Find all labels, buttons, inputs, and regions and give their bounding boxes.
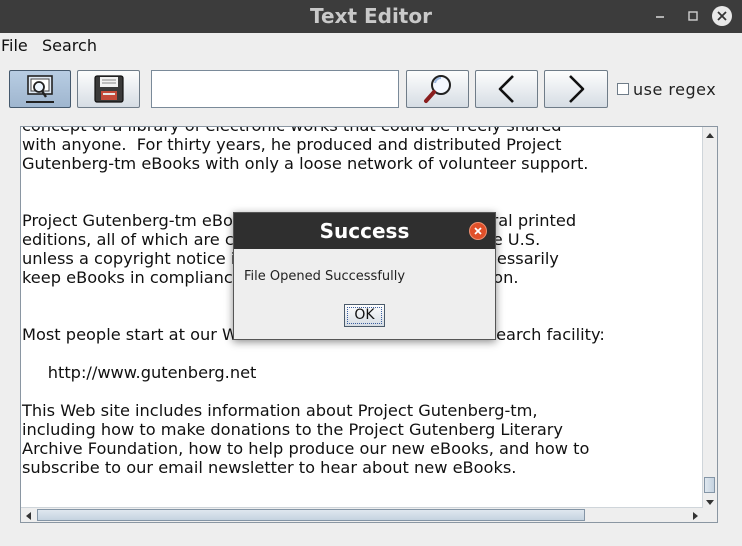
- open-file-icon: [26, 75, 54, 103]
- maximize-button[interactable]: [683, 6, 703, 26]
- horizontal-scrollbar[interactable]: [21, 507, 703, 522]
- vertical-scroll-thumb[interactable]: [704, 477, 715, 493]
- horizontal-scroll-thumb[interactable]: [37, 509, 585, 521]
- scroll-right-button[interactable]: [689, 508, 703, 522]
- scroll-left-button[interactable]: [21, 508, 35, 522]
- scroll-down-button[interactable]: [703, 494, 717, 508]
- open-file-button[interactable]: [9, 70, 71, 108]
- close-icon: [474, 227, 482, 235]
- checkbox-box[interactable]: [617, 83, 629, 95]
- previous-match-button[interactable]: [475, 70, 538, 108]
- close-button[interactable]: [712, 6, 732, 26]
- chevron-left-icon: [498, 75, 514, 103]
- dialog-title: Success: [234, 213, 495, 249]
- title-bar: Text Editor: [0, 0, 742, 33]
- use-regex-label: use regex: [633, 79, 717, 99]
- save-file-button[interactable]: [77, 70, 140, 108]
- window-title: Text Editor: [310, 4, 432, 28]
- triangle-up-icon: [706, 133, 714, 138]
- maximize-icon: [688, 11, 698, 21]
- menu-search[interactable]: Search: [42, 36, 97, 55]
- close-icon: [717, 11, 727, 21]
- dialog-message: File Opened Successfully: [244, 269, 406, 284]
- chevron-right-icon: [569, 75, 585, 103]
- use-regex-checkbox[interactable]: use regex: [617, 79, 717, 99]
- scroll-up-button[interactable]: [703, 127, 717, 141]
- dialog-close-button[interactable]: [469, 222, 487, 240]
- vertical-scrollbar[interactable]: [702, 127, 717, 508]
- triangle-right-icon: [693, 512, 698, 520]
- search-icon: [423, 75, 451, 103]
- minimize-icon: [656, 16, 664, 18]
- next-match-button[interactable]: [544, 70, 608, 108]
- triangle-left-icon: [26, 512, 31, 520]
- success-dialog: Success File Opened Successfully OK: [233, 212, 496, 340]
- scroll-corner: [703, 508, 717, 522]
- menu-bar: File Search: [0, 33, 742, 58]
- save-icon: [93, 75, 124, 103]
- minimize-button[interactable]: [650, 6, 670, 26]
- triangle-down-icon: [706, 500, 714, 505]
- menu-file[interactable]: File: [1, 36, 28, 55]
- ok-button[interactable]: OK: [344, 304, 385, 327]
- search-button[interactable]: [406, 70, 469, 108]
- search-input[interactable]: [151, 70, 399, 108]
